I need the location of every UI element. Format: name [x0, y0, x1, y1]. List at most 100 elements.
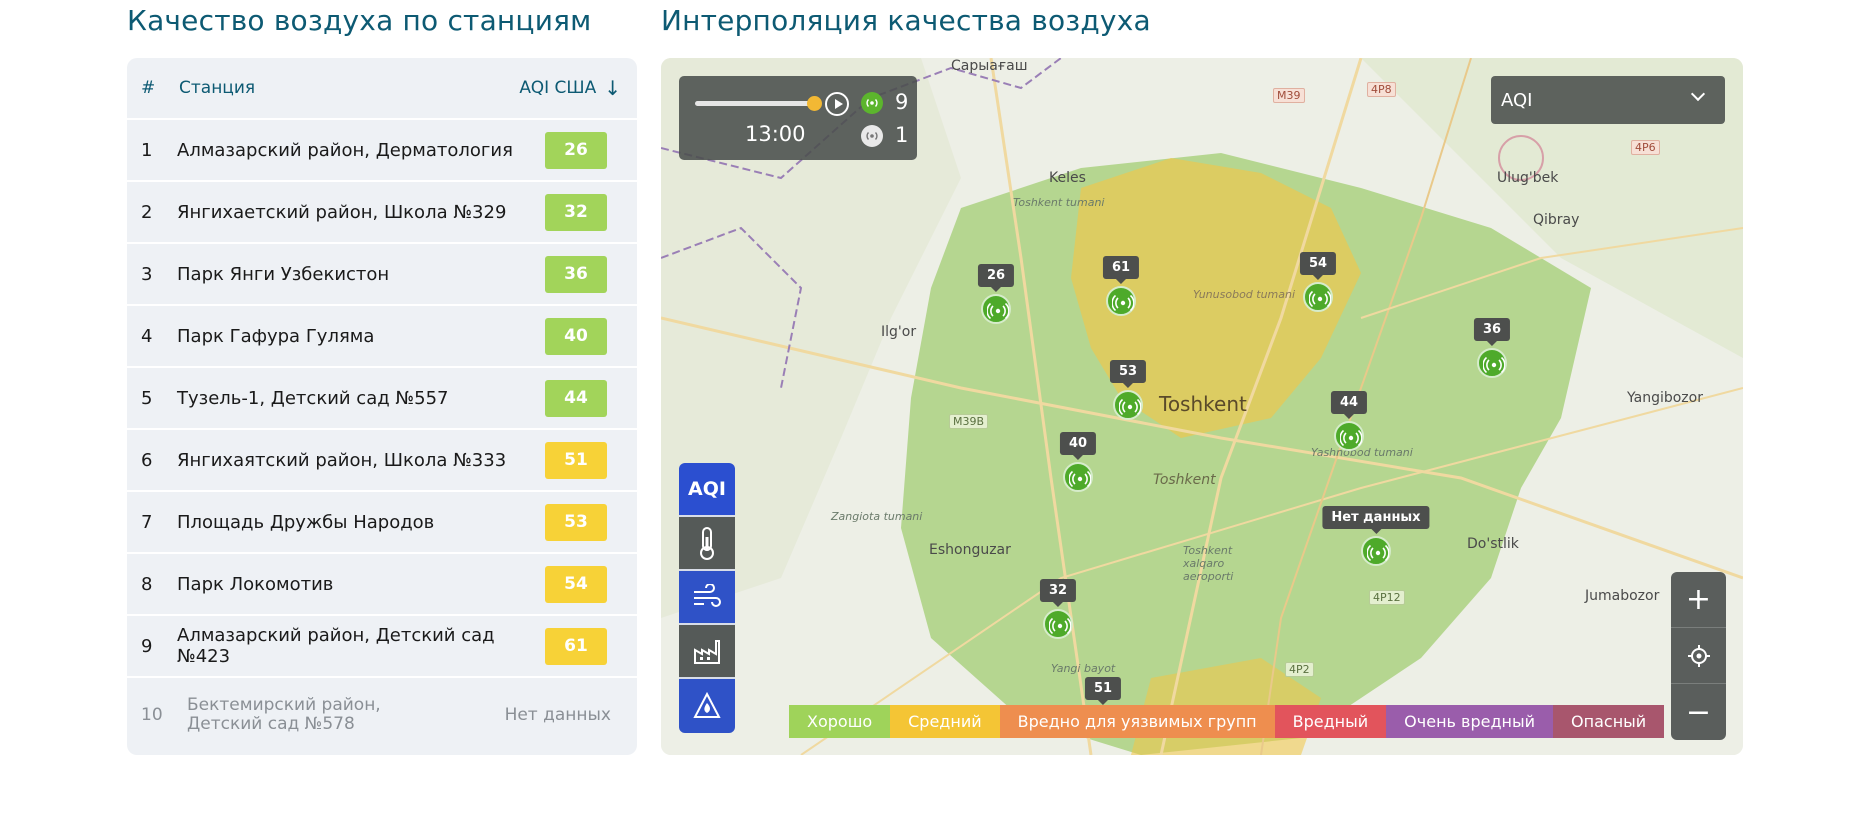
parameter-select[interactable]: AQI — [1491, 76, 1725, 124]
table-row[interactable]: 2 Янгихаетский район, Школа №329 32 — [127, 182, 637, 244]
time-slider[interactable] — [695, 101, 815, 106]
antenna-icon — [1106, 286, 1136, 316]
road-shield: 4P2 — [1285, 662, 1314, 677]
road-shield: M39B — [949, 414, 989, 429]
time-label: 13:00 — [745, 122, 806, 146]
inactive-stations-count: 1 — [895, 123, 909, 147]
parameter-select-value: AQI — [1501, 89, 1533, 111]
place-label: Toshkent — [1159, 392, 1247, 416]
play-icon[interactable] — [825, 92, 849, 116]
antenna-icon — [1361, 536, 1391, 566]
layer-temperature-button[interactable] — [679, 517, 735, 571]
antenna-icon — [981, 294, 1011, 324]
aqi-badge: 53 — [545, 503, 607, 541]
row-num: 4 — [141, 325, 153, 347]
legend-item: Вредно для уязвимых групп — [999, 705, 1275, 738]
table-row[interactable]: 10 Бектемирский район, Детский сад №578 … — [127, 678, 637, 751]
marker-value: 61 — [1102, 256, 1140, 284]
road-shield: 4P12 — [1369, 590, 1405, 605]
place-label: Toshkent xalqaro aeroporti — [1183, 544, 1234, 583]
legend-item: Вредный — [1274, 705, 1387, 738]
place-label: Zangiota tumani — [831, 510, 923, 523]
marker-value: 40 — [1059, 432, 1097, 460]
antenna-icon — [1043, 609, 1073, 639]
crosshair-icon — [1687, 644, 1710, 667]
layer-switcher: AQI — [679, 463, 735, 733]
legend-item: Хорошо — [789, 705, 891, 738]
locate-button[interactable] — [1671, 628, 1726, 684]
aqi-badge: 54 — [545, 565, 607, 603]
row-num: 3 — [141, 263, 153, 285]
row-num: 9 — [141, 635, 153, 657]
inactive-stations-icon — [861, 125, 883, 147]
marker-value: 51 — [1084, 677, 1122, 705]
row-nodata: Нет данных — [504, 704, 611, 725]
antenna-icon — [1113, 390, 1143, 420]
table-row[interactable]: 9 Алмазарский район, Детский сад №423 61 — [127, 616, 637, 678]
layer-wind-button[interactable] — [679, 571, 735, 625]
header-aqi-sort[interactable]: AQI США ↓ — [517, 78, 637, 98]
zoom-in-button[interactable]: + — [1671, 572, 1726, 628]
road-shield: 4P8 — [1367, 82, 1396, 97]
antenna-icon — [1334, 421, 1364, 451]
aqi-badge: 26 — [545, 131, 607, 169]
stations-table: # Станция AQI США ↓ 1 Алмазарский район, … — [127, 58, 637, 755]
layer-aqi-label: AQI — [688, 478, 726, 500]
place-label: Yunusobod tumani — [1193, 288, 1296, 301]
antenna-icon — [1477, 348, 1507, 378]
table-row[interactable]: 3 Парк Янги Узбекистон 36 — [127, 244, 637, 306]
aqi-badge: 61 — [545, 627, 607, 665]
header-station[interactable]: Станция — [179, 78, 517, 98]
row-num: 6 — [141, 449, 153, 471]
row-station-name: Янгихаетский район, Школа №329 — [177, 201, 507, 223]
thermometer-icon — [700, 527, 714, 560]
aqi-legend: Хорошо Средний Вредно для уязвимых групп Вр… — [789, 705, 1665, 738]
row-station-name: Парк Янги Узбекистон — [177, 263, 390, 285]
row-num: 10 — [141, 704, 163, 725]
interpolation-map[interactable]: Сарыағаш Keles Toshkent tumani Ulug'bek … — [661, 58, 1743, 755]
marker-value: 44 — [1330, 391, 1368, 419]
table-row[interactable]: 7 Площадь Дружбы Народов 53 — [127, 492, 637, 554]
layer-emissions-button[interactable] — [679, 625, 735, 679]
zoom-out-button[interactable]: − — [1671, 684, 1726, 740]
aqi-badge: 40 — [545, 317, 607, 355]
table-row[interactable]: 4 Парк Гафура Гуляма 40 — [127, 306, 637, 368]
table-row[interactable]: 5 Тузель-1, Детский сад №557 44 — [127, 368, 637, 430]
marker-value: 53 — [1109, 360, 1147, 388]
table-row[interactable]: 8 Парк Локомотив 54 — [127, 554, 637, 616]
fire-icon — [693, 691, 721, 718]
time-slider-handle[interactable] — [807, 96, 822, 111]
table-row[interactable]: 6 Янгихаятский район, Школа №333 51 — [127, 430, 637, 492]
active-stations-count: 9 — [895, 90, 909, 114]
legend-item: Опасный — [1553, 705, 1665, 738]
layer-aqi-button[interactable]: AQI — [679, 463, 735, 517]
place-label: Jumabozor — [1585, 588, 1660, 604]
row-station-name: Янгихаятский район, Школа №333 — [177, 449, 507, 471]
layer-fire-button[interactable] — [679, 679, 735, 733]
minus-icon: − — [1685, 694, 1712, 730]
time-panel: 13:00 9 1 — [679, 76, 917, 160]
place-label: Ulug'bek — [1497, 170, 1559, 186]
row-num: 2 — [141, 201, 153, 223]
interpolation-title: Интерполяция качества воздуха — [661, 4, 1151, 37]
row-station-name: Парк Локомотив — [177, 573, 334, 595]
factory-icon — [694, 640, 720, 664]
legend-item: Очень вредный — [1386, 705, 1554, 738]
place-label: Keles — [1049, 170, 1086, 186]
header-aqi-label: AQI США — [519, 78, 597, 98]
place-label: Do'stlik — [1467, 536, 1519, 552]
table-header: # Станция AQI США ↓ — [127, 58, 637, 120]
marker-value: 32 — [1039, 579, 1077, 607]
antenna-icon — [1063, 462, 1093, 492]
place-label: Eshonguzar — [929, 542, 1011, 558]
row-station-name: Парк Гафура Гуляма — [177, 325, 375, 347]
road-shield: 4P6 — [1631, 140, 1660, 155]
aqi-badge: 44 — [545, 379, 607, 417]
row-station-name: Алмазарский район, Дерматология — [177, 139, 513, 161]
place-label: Qibray — [1533, 212, 1580, 228]
row-station-name: Площадь Дружбы Народов — [177, 511, 435, 533]
table-row[interactable]: 1 Алмазарский район, Дерматология 26 — [127, 120, 637, 182]
place-label: Ilg'or — [881, 324, 917, 340]
row-station-name: Тузель-1, Детский сад №557 — [177, 387, 449, 409]
place-label: Сарыағаш — [951, 58, 1028, 74]
